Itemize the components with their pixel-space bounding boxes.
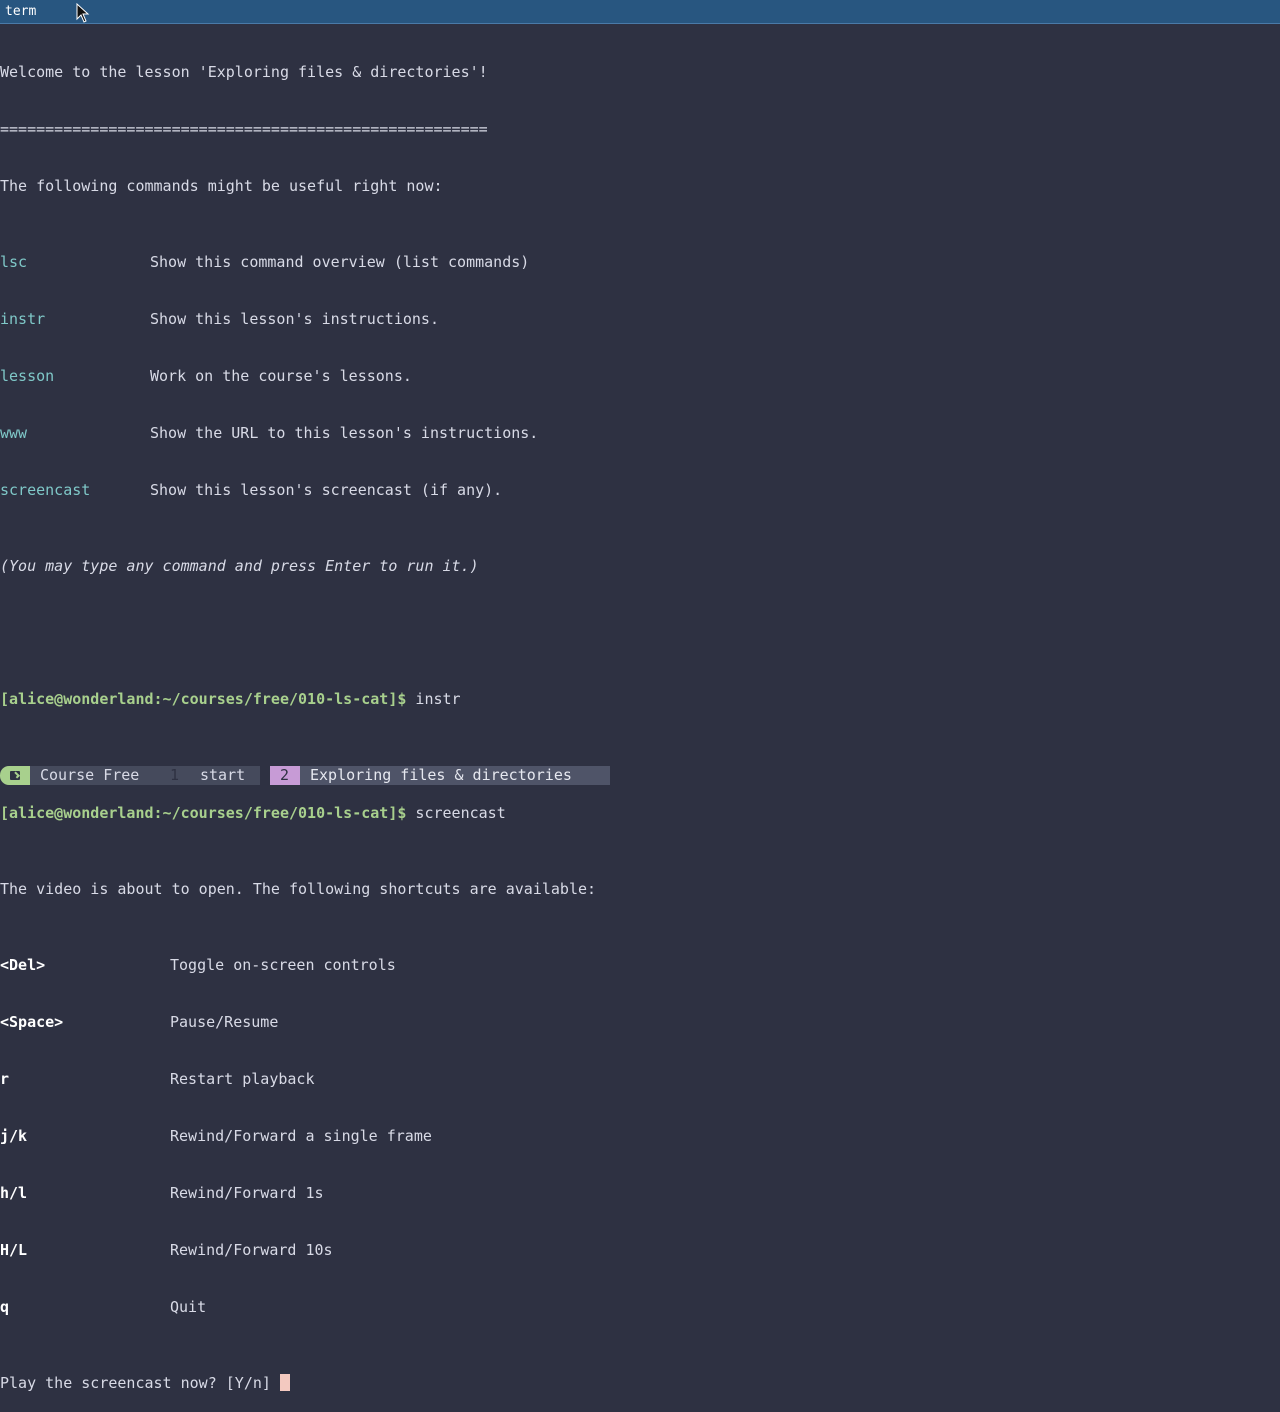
prompt-line: [alice@wonderland:~/courses/free/010-ls-… — [0, 804, 1280, 823]
window-tab-exploring[interactable]: Exploring files & directories — [300, 766, 610, 785]
shortcut-description: Pause/Resume — [170, 1013, 279, 1031]
shortcut-row: H/L Rewind/Forward 10s — [0, 1241, 1280, 1260]
window-index: 1 — [170, 766, 180, 784]
shortcut-key: <Space> — [0, 1013, 64, 1031]
shortcut-key: H/L — [0, 1241, 28, 1259]
separator-line: ========================================… — [0, 120, 488, 138]
command-description: Show this lesson's instructions. — [150, 310, 439, 328]
shortcut-description: Quit — [170, 1298, 207, 1316]
shortcut-key: <Del> — [0, 956, 46, 974]
mouse-pointer-icon — [76, 3, 90, 23]
prompt-line: [alice@wonderland:~/courses/free/010-ls-… — [0, 690, 1280, 709]
shortcut-description: Toggle on-screen controls — [170, 956, 396, 974]
shell-prompt: [alice@wonderland:~/courses/free/010-ls-… — [0, 804, 407, 822]
video-message: The video is about to open. The followin… — [0, 880, 597, 898]
shortcut-description: Rewind/Forward 10s — [170, 1241, 333, 1259]
terminal-icon — [0, 766, 30, 785]
tmux-statusbar: Course Free 1 start 2 Exploring files & d… — [0, 766, 1280, 785]
command-row: lsc Show this command overview (list comm… — [0, 253, 1280, 272]
command-row: www Show the URL to this lesson's instruc… — [0, 424, 1280, 443]
play-question: Play the screencast now? [Y/n] — [0, 1374, 280, 1392]
text-cursor[interactable] — [279, 1374, 290, 1391]
command-row: instr Show this lesson's instructions. — [0, 310, 1280, 329]
shell-prompt: [alice@wonderland:~/courses/free/010-ls-… — [0, 690, 407, 708]
shortcut-row: <Del> Toggle on-screen controls — [0, 956, 1280, 975]
input-line[interactable]: Play the screencast now? [Y/n] — [0, 1374, 1280, 1393]
shortcut-key: q — [0, 1298, 10, 1316]
shortcut-key: j/k — [0, 1127, 28, 1145]
window-tab-start[interactable]: 1 start — [160, 766, 260, 785]
shortcut-key: h/l — [0, 1184, 28, 1202]
shortcut-description: Rewind/Forward a single frame — [170, 1127, 432, 1145]
shortcut-row: j/k Rewind/Forward a single frame — [0, 1127, 1280, 1146]
welcome-line: Welcome to the lesson 'Exploring files &… — [0, 63, 488, 81]
shortcut-row: q Quit — [0, 1298, 1280, 1317]
window-title: term — [5, 4, 37, 19]
command-description: Show the URL to this lesson's instructio… — [150, 424, 539, 442]
command-name: lesson — [0, 367, 55, 385]
command-name: www — [0, 424, 28, 442]
entered-command: screencast — [406, 804, 506, 822]
command-description: Show this command overview (list command… — [150, 253, 530, 271]
command-description: Show this lesson's screencast (if any). — [150, 481, 503, 499]
entered-command: instr — [406, 690, 461, 708]
command-name: instr — [0, 310, 46, 328]
terminal-output[interactable]: Welcome to the lesson 'Exploring files &… — [0, 25, 1280, 1392]
command-row: screencast Show this lesson's screencast … — [0, 481, 1280, 500]
command-description: Work on the course's lessons. — [150, 367, 412, 385]
active-window-index[interactable]: 2 — [270, 766, 300, 785]
window-name: Exploring files & directories — [310, 766, 572, 784]
hint-line: (You may type any command and press Ente… — [0, 557, 479, 575]
shortcut-key: r — [0, 1070, 10, 1088]
shortcut-description: Restart playback — [170, 1070, 315, 1088]
command-name: screencast — [0, 481, 91, 499]
intro-line: The following commands might be useful r… — [0, 177, 443, 195]
window-titlebar[interactable]: term — [0, 0, 1280, 24]
command-name: lsc — [0, 253, 28, 271]
shortcut-row: r Restart playback — [0, 1070, 1280, 1089]
shortcut-description: Rewind/Forward 1s — [170, 1184, 324, 1202]
shortcut-row: h/l Rewind/Forward 1s — [0, 1184, 1280, 1203]
command-row: lesson Work on the course's lessons. — [0, 367, 1280, 386]
session-name: Course Free — [30, 766, 160, 785]
shortcut-row: <Space> Pause/Resume — [0, 1013, 1280, 1032]
window-name: start — [200, 766, 246, 784]
